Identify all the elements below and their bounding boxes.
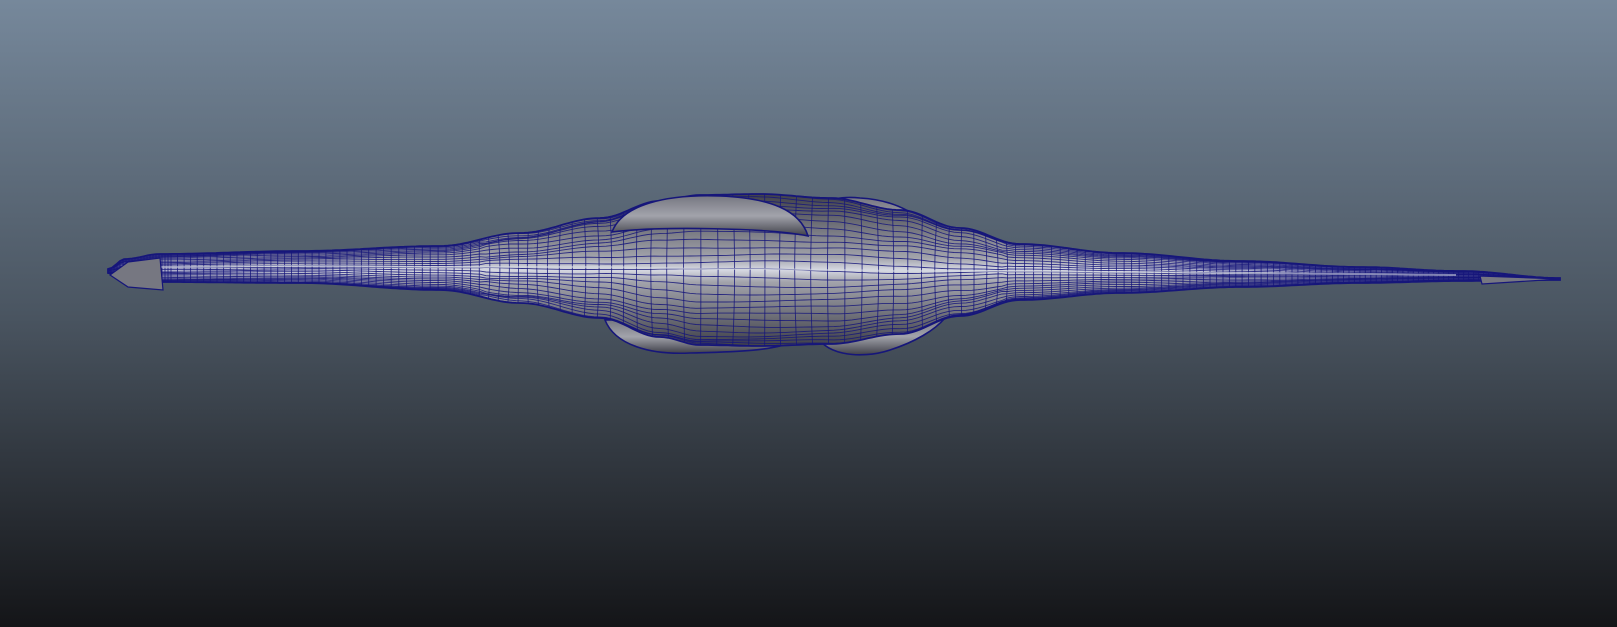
- mesh-body: [107, 193, 1561, 347]
- mesh-object[interactable]: [0, 0, 1617, 627]
- 3d-viewport[interactable]: [0, 0, 1617, 627]
